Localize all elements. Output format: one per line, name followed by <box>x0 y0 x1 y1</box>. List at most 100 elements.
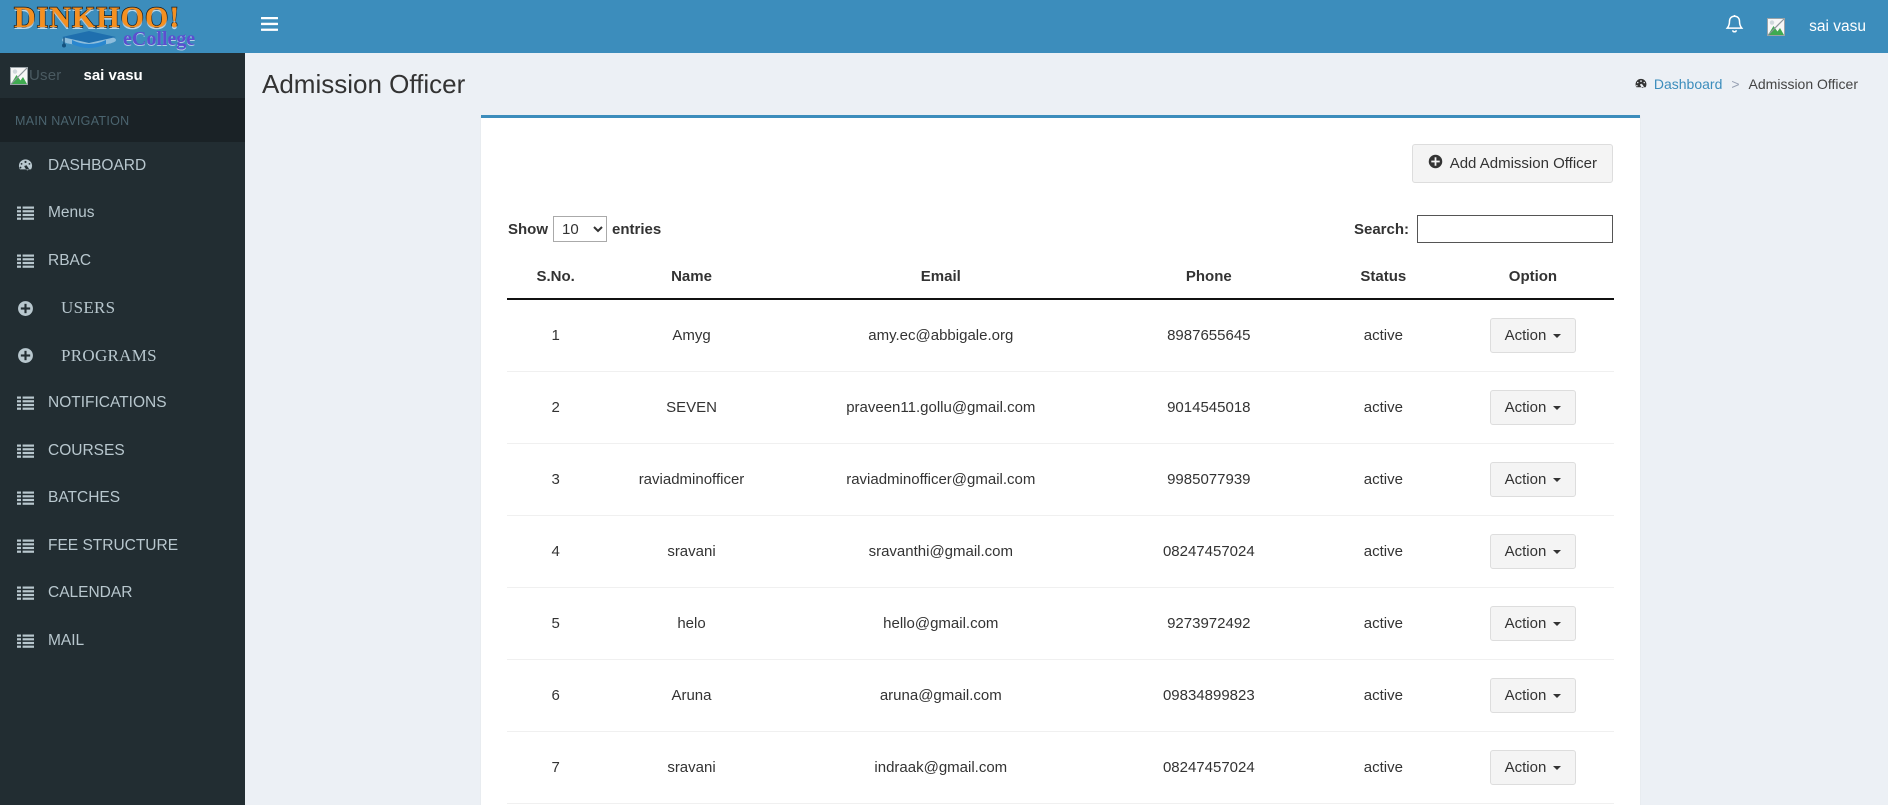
cell-status: active <box>1314 587 1452 660</box>
card-toolbar: Add Admission Officer <box>507 144 1614 183</box>
cell-phone: 9014545018 <box>1102 371 1315 444</box>
list-icon <box>17 252 39 270</box>
cell-option: Action <box>1451 587 1614 660</box>
entries-per-page-select[interactable]: 10 25 50 100 <box>553 216 607 242</box>
action-dropdown-button[interactable]: Action <box>1489 678 1577 713</box>
sidebar-item-batches[interactable]: BATCHES <box>0 475 245 523</box>
cell-sno: 1 <box>507 299 605 372</box>
search-input[interactable] <box>1417 215 1613 243</box>
breadcrumb-dashboard-link[interactable]: Dashboard <box>1654 76 1723 92</box>
sidebar-item-fee-structure[interactable]: FEE STRUCTURE <box>0 522 245 570</box>
cell-phone: 9985077939 <box>1102 443 1315 516</box>
sidebar-item-label: RBAC <box>48 251 92 269</box>
sidebar-item-rbac[interactable]: RBAC <box>0 237 245 285</box>
main-content: Add Admission Officer Show 10 25 50 100 … <box>245 115 1888 805</box>
cell-sno: 7 <box>507 731 605 804</box>
action-label: Action <box>1504 471 1547 488</box>
table-body: 1 Amyg amy.ec@abbigale.org 8987655645 ac… <box>507 299 1614 804</box>
chevron-down-icon <box>1553 693 1562 698</box>
action-dropdown-button[interactable]: Action <box>1489 750 1577 785</box>
cell-sno: 6 <box>507 659 605 732</box>
cell-name: helo <box>604 587 779 660</box>
sidebar-item-courses[interactable]: COURSES <box>0 427 245 475</box>
table-row: 6 Aruna aruna@gmail.com 09834899823 acti… <box>507 659 1614 732</box>
sidebar-user-name: sai vasu <box>83 67 143 84</box>
app-root: DINKHOO! eCollege User sai vasu MAIN NAV… <box>0 0 1888 805</box>
add-admission-officer-button[interactable]: Add Admission Officer <box>1411 144 1613 183</box>
cell-email: indraak@gmail.com <box>778 731 1103 804</box>
sidebar-toggle-button[interactable] <box>245 0 293 53</box>
action-label: Action <box>1504 399 1547 416</box>
action-label: Action <box>1504 615 1547 632</box>
action-label: Action <box>1504 327 1547 344</box>
column-header-status: Status <box>1314 259 1452 300</box>
table-row: 5 helo hello@gmail.com 9273972492 active… <box>507 587 1614 660</box>
chevron-down-icon <box>1553 333 1562 338</box>
entries-length-control: Show 10 25 50 100 entries <box>508 216 661 242</box>
sidebar-user-panel[interactable]: User sai vasu <box>0 53 245 99</box>
cell-option: Action <box>1451 371 1614 444</box>
admission-officers-table: S.No. Name Email Phone Status Option 1 A… <box>507 259 1614 804</box>
table-header-row: S.No. Name Email Phone Status Option <box>507 259 1614 300</box>
table-row: 7 sravani indraak@gmail.com 08247457024 … <box>507 731 1614 804</box>
action-dropdown-button[interactable]: Action <box>1489 606 1577 641</box>
admission-officer-card: Add Admission Officer Show 10 25 50 100 … <box>481 115 1640 805</box>
breadcrumb: Dashboard > Admission Officer <box>1634 76 1858 92</box>
action-dropdown-button[interactable]: Action <box>1489 534 1577 569</box>
cell-email: hello@gmail.com <box>778 587 1103 660</box>
list-icon <box>17 394 39 412</box>
sidebar-item-label: Menus <box>48 204 95 222</box>
sidebar-item-label: PROGRAMS <box>61 345 157 365</box>
sidebar-item-label: NOTIFICATIONS <box>48 394 167 412</box>
sidebar-item-mail[interactable]: MAIL <box>0 617 245 665</box>
plus-circle-icon <box>1428 154 1443 173</box>
plus-circle-icon <box>17 299 39 317</box>
bell-icon <box>1725 14 1744 40</box>
search-control: Search: <box>1354 215 1613 243</box>
list-icon <box>17 584 39 602</box>
sidebar-item-menus[interactable]: Menus <box>0 190 245 238</box>
column-header-option: Option <box>1451 259 1614 300</box>
cell-email: praveen11.gollu@gmail.com <box>778 371 1103 444</box>
search-label: Search: <box>1353 220 1409 238</box>
column-header-name: Name <box>604 259 779 300</box>
brand-logo[interactable]: DINKHOO! eCollege <box>0 0 245 53</box>
sidebar-item-calendar[interactable]: CALENDAR <box>0 570 245 618</box>
breadcrumb-separator: > <box>1731 76 1740 92</box>
column-header-phone: Phone <box>1102 259 1315 300</box>
cell-phone: 08247457024 <box>1102 731 1315 804</box>
sidebar-item-programs[interactable]: PROGRAMS <box>0 332 245 380</box>
action-dropdown-button[interactable]: Action <box>1489 318 1577 353</box>
sidebar-nav-header: MAIN NAVIGATION <box>0 99 245 142</box>
chevron-down-icon <box>1553 477 1562 482</box>
chevron-down-icon <box>1553 549 1562 554</box>
user-menu[interactable]: sai vasu <box>1757 0 1888 53</box>
action-dropdown-button[interactable]: Action <box>1489 390 1577 425</box>
sidebar-item-notifications[interactable]: NOTIFICATIONS <box>0 380 245 428</box>
column-header-email: Email <box>778 259 1103 300</box>
dashboard-icon <box>1634 77 1648 91</box>
notifications-button[interactable] <box>1711 0 1757 53</box>
cell-phone: 9273972492 <box>1102 587 1315 660</box>
column-header-sno: S.No. <box>507 259 605 300</box>
cell-email: sravanthi@gmail.com <box>778 515 1103 588</box>
sidebar-item-dashboard[interactable]: DASHBOARD <box>0 142 245 190</box>
list-icon <box>17 204 39 222</box>
topbar-user-name: sai vasu <box>1809 17 1866 35</box>
cell-phone: 09834899823 <box>1102 659 1315 732</box>
sidebar-item-users[interactable]: USERS <box>0 285 245 333</box>
cell-email: amy.ec@abbigale.org <box>778 299 1103 372</box>
graduation-cap-icon <box>62 31 116 48</box>
action-dropdown-button[interactable]: Action <box>1489 462 1577 497</box>
sidebar-avatar-alt: User <box>29 67 62 84</box>
cell-option: Action <box>1451 515 1614 588</box>
sidebar-item-label: MAIL <box>48 631 85 649</box>
sidebar: DINKHOO! eCollege User sai vasu MAIN NAV… <box>0 0 245 805</box>
list-icon <box>17 632 39 650</box>
page-title: Admission Officer <box>262 68 466 99</box>
entries-suffix-label: entries <box>612 220 662 238</box>
list-icon <box>17 489 39 507</box>
table-row: 1 Amyg amy.ec@abbigale.org 8987655645 ac… <box>507 299 1614 372</box>
cell-option: Action <box>1451 659 1614 732</box>
sidebar-item-label: BATCHES <box>48 489 121 507</box>
